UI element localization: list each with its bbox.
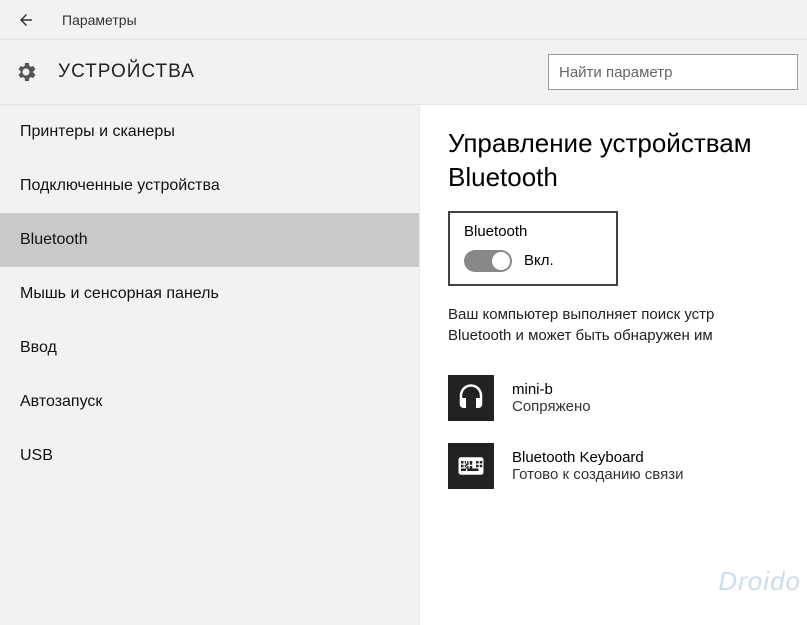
device-status: Готово к созданию связи — [512, 466, 683, 483]
headset-icon — [448, 375, 494, 421]
search-input[interactable]: Найти параметр — [548, 54, 798, 90]
back-button[interactable] — [10, 4, 42, 36]
device-name: Bluetooth Keyboard — [512, 449, 683, 466]
device-row[interactable]: Bluetooth Keyboard Готово к созданию свя… — [448, 443, 807, 489]
sidebar-item-connected-devices[interactable]: Подключенные устройства — [0, 159, 419, 213]
arrow-left-icon — [17, 11, 35, 29]
sidebar-item-autoplay[interactable]: Автозапуск — [0, 375, 419, 429]
keyboard-icon — [448, 443, 494, 489]
page-title: Управление устройствам Bluetooth — [448, 127, 807, 195]
device-row[interactable]: mini-b Сопряжено — [448, 375, 807, 421]
device-status: Сопряжено — [512, 398, 591, 415]
sidebar-item-usb[interactable]: USB — [0, 429, 419, 483]
watermark: Droido — [718, 566, 801, 597]
search-placeholder: Найти параметр — [559, 64, 673, 81]
titlebar: Параметры — [0, 0, 807, 40]
section-title: УСТРОЙСТВА — [58, 61, 195, 83]
gear-icon — [12, 58, 40, 86]
bluetooth-description: Ваш компьютер выполняет поиск устр Bluet… — [448, 304, 807, 348]
bluetooth-toggle[interactable] — [464, 250, 512, 272]
sidebar: Принтеры и сканеры Подключенные устройст… — [0, 105, 420, 625]
toggle-knob — [492, 252, 510, 270]
device-name: mini-b — [512, 381, 591, 398]
toggle-label: Bluetooth — [464, 223, 602, 240]
sidebar-item-printers[interactable]: Принтеры и сканеры — [0, 105, 419, 159]
content-pane: Управление устройствам Bluetooth Bluetoo… — [420, 105, 807, 625]
sidebar-item-bluetooth[interactable]: Bluetooth — [0, 213, 419, 267]
header: УСТРОЙСТВА Найти параметр — [0, 40, 807, 105]
toggle-state-label: Вкл. — [524, 252, 554, 269]
sidebar-item-input[interactable]: Ввод — [0, 321, 419, 375]
bluetooth-toggle-box: Bluetooth Вкл. — [448, 211, 618, 286]
sidebar-item-mouse-touchpad[interactable]: Мышь и сенсорная панель — [0, 267, 419, 321]
window-title: Параметры — [62, 12, 137, 28]
